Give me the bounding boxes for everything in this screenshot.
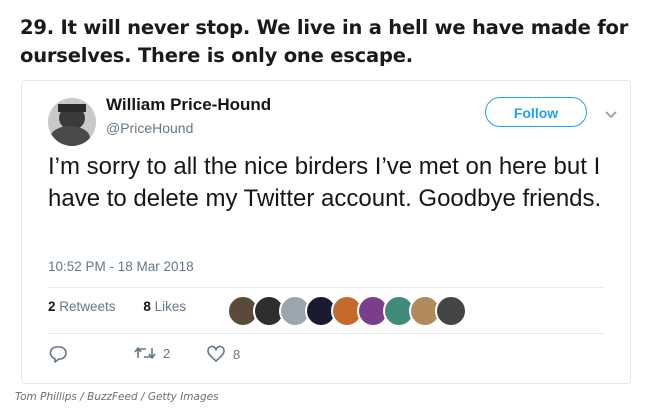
follow-button[interactable]: Follow — [485, 97, 587, 127]
like-button[interactable]: 8 — [206, 345, 240, 363]
like-count: 8 — [233, 346, 241, 362]
reply-icon — [49, 346, 67, 363]
reply-button[interactable] — [48, 345, 68, 363]
divider — [48, 287, 604, 288]
tweet-timestamp[interactable]: 10:52 PM - 18 Mar 2018 — [48, 259, 194, 274]
embedded-tweet: William Price-Hound @PriceHound Follow I… — [21, 80, 631, 384]
liker-avatar[interactable] — [435, 295, 467, 327]
heart-icon — [207, 345, 225, 362]
retweet-button[interactable]: 2 — [134, 345, 170, 361]
article-headline: 29. It will never stop. We live in a hel… — [20, 16, 629, 67]
image-credit: Tom Phillips / BuzzFeed / Getty Images — [15, 391, 219, 403]
likes-stat[interactable]: 8 Likes — [143, 299, 186, 314]
author-handle[interactable]: @PriceHound — [106, 120, 193, 136]
tweet-stats: 2 Retweets 8 Likes — [48, 299, 210, 314]
retweets-stat[interactable]: 2 Retweets — [48, 299, 116, 314]
chevron-down-icon[interactable] — [604, 107, 618, 119]
author-name[interactable]: William Price-Hound — [106, 95, 271, 115]
retweet-count: 2 — [163, 345, 171, 361]
divider — [48, 333, 604, 334]
tweet-text: I’m sorry to all the nice birders I’ve m… — [48, 153, 602, 212]
retweet-icon — [134, 347, 156, 359]
author-avatar[interactable] — [48, 98, 96, 146]
tweet-actions: 2 8 — [48, 345, 348, 365]
